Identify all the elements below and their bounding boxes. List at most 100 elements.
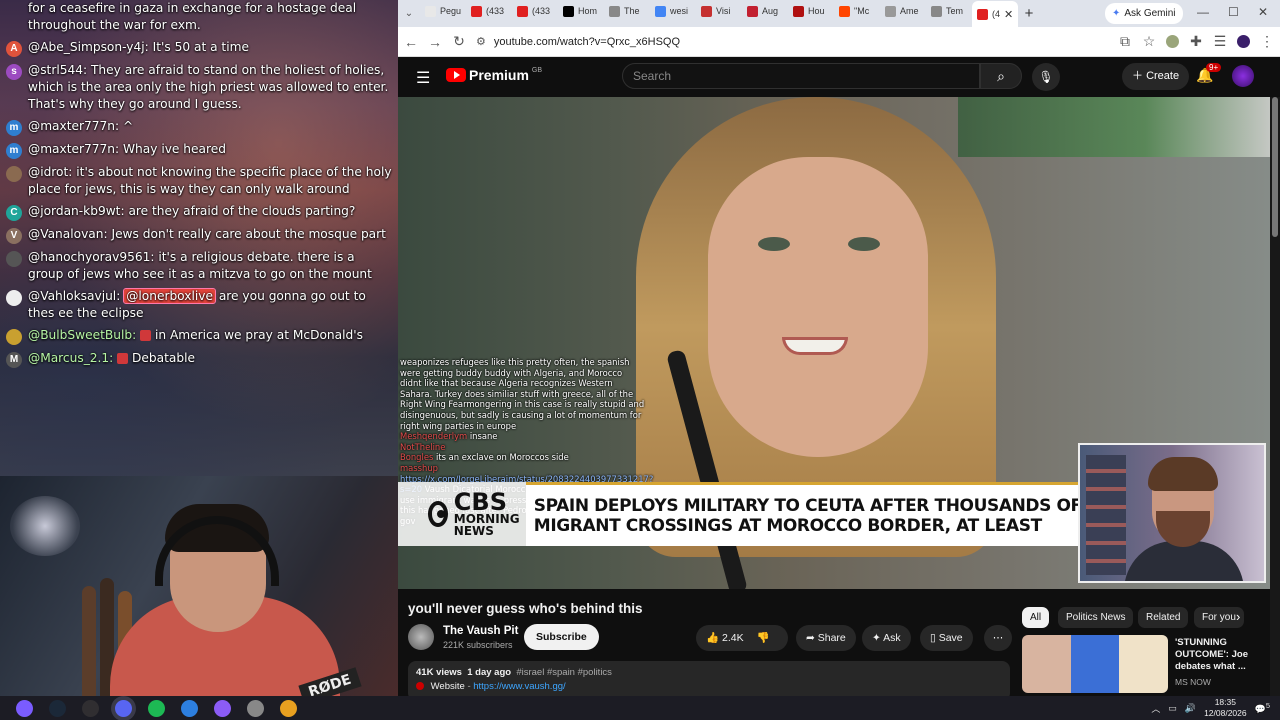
reload-icon[interactable]: ↻ — [452, 33, 466, 50]
chat-username[interactable]: @maxter777n: — [28, 142, 119, 156]
dislike-button[interactable]: 👎 — [757, 632, 770, 644]
browser-tab[interactable]: (4 ✕ — [972, 1, 1018, 27]
chat-username[interactable]: @jordan-kb9wt: — [28, 204, 125, 218]
notification-center-icon[interactable]: 💬5 — [1255, 701, 1270, 715]
chat-user-avatar[interactable] — [6, 251, 22, 267]
browser-tab[interactable]: Pegu — [420, 0, 466, 22]
new-tab-button[interactable]: + — [1018, 5, 1040, 22]
chevron-right-icon[interactable]: › — [1236, 609, 1240, 624]
like-button[interactable]: 👍 2.4K — [706, 632, 744, 644]
minimize-button[interactable]: — — [1197, 5, 1209, 19]
back-arrow-icon[interactable]: ← — [404, 34, 418, 50]
create-button[interactable]: ＋ Create — [1122, 63, 1190, 90]
recommended-video-title[interactable]: 'STUNNING OUTCOME': Joe debates what ... — [1175, 637, 1265, 673]
reading-list-icon[interactable]: ☰ — [1213, 33, 1227, 50]
forward-arrow-icon[interactable]: → — [428, 34, 442, 50]
browser-tab[interactable]: (433 — [512, 0, 558, 22]
chat-username[interactable]: @Vahloksavjul: — [28, 289, 120, 303]
browser-tab[interactable]: Visi — [696, 0, 742, 22]
chat-user-avatar[interactable]: C — [6, 205, 22, 221]
subscribe-button[interactable]: Subscribe — [524, 624, 599, 650]
chat-user-avatar[interactable]: A — [6, 41, 22, 57]
volume-icon[interactable]: 🔊 — [1185, 703, 1196, 714]
chat-user-avatar[interactable] — [6, 166, 22, 182]
filter-chip[interactable]: Related — [1138, 607, 1189, 628]
browser-tab[interactable]: "Mc — [834, 0, 880, 22]
bookmark-star-icon[interactable]: ☆ — [1142, 33, 1156, 50]
browser-tab[interactable]: Tem — [926, 0, 972, 22]
browser-tab[interactable]: Aug — [742, 0, 788, 22]
save-button[interactable]: ▯ Save — [920, 625, 973, 651]
search-input[interactable]: Search — [622, 63, 980, 89]
browser-menu-icon[interactable]: ⋮ — [1260, 33, 1274, 50]
more-actions-button[interactable]: ⋯ — [984, 625, 1012, 651]
spotify-icon[interactable] — [148, 699, 165, 717]
browser-tab[interactable]: The — [604, 0, 650, 22]
channel-name[interactable]: The Vaush Pit — [443, 625, 518, 637]
chat-username[interactable]: @hanochyorav9561: — [28, 250, 154, 264]
ask-button[interactable]: ✦ Ask — [862, 625, 911, 651]
pip-person-body — [1124, 541, 1244, 581]
browser-tab[interactable]: (433 — [466, 0, 512, 22]
maximize-button[interactable]: ☐ — [1228, 5, 1239, 19]
chat-username[interactable]: @BulbSweetBulb: — [28, 328, 136, 342]
network-icon[interactable]: ▭ — [1168, 703, 1177, 714]
search-button[interactable]: ⌕ — [980, 63, 1022, 89]
browser-tab[interactable]: Hou — [788, 0, 834, 22]
chat-user-avatar[interactable] — [6, 290, 22, 306]
filter-chip[interactable]: Politics News — [1058, 607, 1134, 628]
omnibox[interactable]: ⚙ youtube.com/watch?v=Qrxc_x6HSQQ — [476, 30, 1108, 54]
share-button[interactable]: ➦ Share — [796, 625, 856, 651]
chat-user-avatar[interactable]: s — [6, 64, 22, 80]
app-icon-gray[interactable] — [247, 699, 264, 717]
url-text[interactable]: youtube.com/watch?v=Qrxc_x6HSQQ — [494, 36, 680, 48]
chat-user-avatar[interactable]: V — [6, 228, 22, 244]
recommended-video-channel[interactable]: MS NOW — [1175, 677, 1211, 687]
chat-username[interactable]: @Vanalovan: — [28, 227, 108, 241]
browser-tab[interactable]: Ame — [880, 0, 926, 22]
site-info-icon[interactable]: ⚙ — [476, 35, 486, 48]
page-scrollbar[interactable] — [1270, 97, 1280, 696]
description-box[interactable]: 41K views 1 day ago #israel #spain #poli… — [408, 661, 1010, 701]
install-app-icon[interactable]: ⧉ — [1118, 33, 1132, 50]
chat-username[interactable]: @maxter777n: — [28, 119, 119, 133]
close-window-button[interactable]: ✕ — [1258, 5, 1268, 19]
chat-username[interactable]: @Abe_Simpson-y4j: — [28, 40, 149, 54]
chat-user-avatar[interactable] — [6, 329, 22, 345]
discord-icon[interactable] — [115, 699, 132, 717]
chat-user-avatar[interactable]: m — [6, 120, 22, 136]
clock[interactable]: 18:35 12/08/2026 — [1204, 697, 1247, 719]
obs-icon[interactable] — [82, 699, 99, 717]
youtube-logo[interactable]: Premium GB — [446, 67, 542, 83]
start-icon[interactable] — [16, 699, 33, 717]
chat-mention[interactable]: @lonerboxlive — [123, 288, 216, 304]
chat-username[interactable]: @idrot: — [28, 165, 72, 179]
browser-tab[interactable]: Hom — [558, 0, 604, 22]
tab-close-icon[interactable]: ✕ — [1004, 8, 1013, 21]
browser-tab[interactable]: wesi — [650, 0, 696, 22]
menu-hamburger-icon[interactable]: ☰ — [416, 68, 430, 88]
account-avatar[interactable] — [1232, 65, 1254, 87]
chat-username[interactable]: @strl544: — [28, 63, 87, 77]
tray-overflow-icon[interactable]: ︿ — [1151, 702, 1160, 715]
extension-icon[interactable] — [1166, 35, 1179, 48]
extensions-puzzle-icon[interactable]: ✚ — [1189, 33, 1203, 50]
chat-user-avatar[interactable]: M — [6, 352, 22, 368]
recommended-video-thumbnail[interactable] — [1022, 635, 1168, 693]
channel-avatar[interactable] — [408, 624, 434, 650]
website-link[interactable]: https://www.vaush.gg/ — [473, 681, 565, 692]
chat-username[interactable]: @Marcus_2.1: — [28, 351, 113, 365]
chrome-icon[interactable] — [280, 699, 297, 717]
profile-avatar[interactable] — [1237, 35, 1250, 48]
tab-search-icon[interactable]: ⌄ — [402, 8, 416, 19]
scrollbar-thumb[interactable] — [1272, 97, 1278, 237]
app-icon-purple[interactable] — [214, 699, 231, 717]
steam-icon[interactable] — [49, 699, 66, 717]
voice-search-button[interactable]: 🎙 — [1032, 63, 1060, 91]
ask-gemini-button[interactable]: ✦ Ask Gemini — [1105, 3, 1183, 24]
chat-user-avatar[interactable]: m — [6, 143, 22, 159]
filter-chip[interactable]: All — [1022, 607, 1050, 628]
video-player[interactable]: weaponizes refugees like this pretty oft… — [398, 97, 1270, 589]
hashtags[interactable]: #israel #spain #politics — [516, 667, 612, 678]
app-icon-blue[interactable] — [181, 699, 198, 717]
